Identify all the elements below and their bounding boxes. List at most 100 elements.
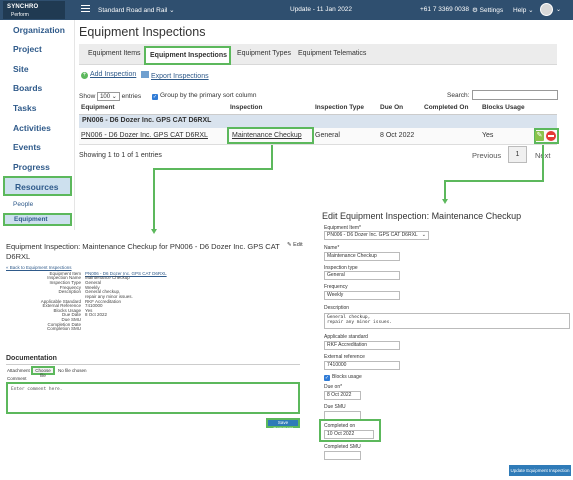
group-row-label: PN006 - D6 Dozer Inc. GPS CAT D6RXL	[82, 117, 212, 124]
column-header-inspection-type[interactable]: Inspection Type	[315, 104, 364, 111]
equipment-link[interactable]: PN006 - D6 Dozer Inc. GPS CAT D6RXL	[81, 132, 208, 139]
documentation-heading: Documentation	[6, 355, 57, 362]
inspection-type-cell: General	[315, 132, 340, 139]
logo-text-top: SYNCHRO	[7, 4, 39, 10]
due-on-input[interactable]: 8 Oct 2022	[324, 391, 361, 400]
pagination-previous[interactable]: Previous	[472, 151, 501, 160]
sidebar-item-activities[interactable]: Activities	[13, 123, 51, 133]
top-navbar: SYNCHRO Perform Standard Road and Rail ⌄…	[0, 0, 573, 20]
frequency-input[interactable]: Weekly	[324, 291, 400, 300]
arrow-down-icon	[442, 199, 448, 204]
update-inspection-button[interactable]: Update Equipment Inspection	[509, 465, 571, 476]
due-smu-label: Due SMU	[324, 404, 346, 410]
edit-title: Edit Equipment Inspection: Maintenance C…	[322, 211, 522, 221]
name-label: Name*	[324, 245, 340, 251]
tab-equipment-items[interactable]: Equipment Items	[88, 50, 141, 57]
comment-textarea[interactable]: Enter comment here.	[6, 382, 300, 414]
hamburger-menu-icon[interactable]	[81, 5, 90, 14]
no-file-label: No file chosen	[58, 368, 87, 373]
sidebar-item-events[interactable]: Events	[13, 142, 41, 152]
connector-line	[271, 145, 273, 169]
connector-line	[153, 168, 155, 230]
edit-icon[interactable]: ✎	[535, 131, 544, 141]
description-line: repair any minor issues.	[327, 320, 393, 325]
external-reference-label: External reference	[324, 354, 365, 360]
comment-label: Comment	[7, 376, 27, 381]
project-selector[interactable]: Standard Road and Rail ⌄	[98, 6, 175, 14]
table-controls: Show 100 ⌄ entries ✓ Group by the primary…	[79, 90, 558, 103]
attachment-label: Attachment	[7, 368, 30, 373]
completed-smu-label: Completed SMU	[324, 444, 361, 450]
chevron-down-icon[interactable]: ⌄	[556, 6, 561, 13]
sidebar-item-organization[interactable]: Organization	[13, 25, 65, 35]
column-header-completed-on[interactable]: Completed On	[424, 104, 468, 111]
show-label: Show	[79, 93, 96, 100]
completed-on-label: Completed on	[324, 423, 356, 429]
sidebar-item-label: Equipment	[14, 216, 48, 223]
delete-icon[interactable]	[546, 131, 556, 141]
choose-file-button[interactable]: Choose file	[31, 366, 55, 378]
sidebar-item-project[interactable]: Project	[13, 44, 42, 54]
blocks-usage-checkbox[interactable]: ✓ Blocks usage	[324, 374, 362, 381]
detail-field-key: Completion SMU	[46, 326, 81, 331]
name-input[interactable]: Maintenance Checkup	[324, 252, 400, 261]
inspection-link[interactable]: Maintenance Checkup	[232, 132, 302, 139]
chevron-down-icon: ⌄	[421, 232, 426, 238]
sidebar-item-progress[interactable]: Progress	[13, 162, 50, 172]
sidebar-item-resources[interactable]: Resources	[3, 176, 72, 196]
sidebar-item-site[interactable]: Site	[13, 64, 29, 74]
column-header-due-on[interactable]: Due On	[380, 104, 403, 111]
entries-label: entries	[121, 93, 142, 100]
description-label: Description	[324, 305, 350, 311]
phone-number: +61 7 3369 0038	[420, 6, 469, 13]
pagination-page-1[interactable]: 1	[508, 146, 527, 163]
user-avatar[interactable]	[540, 3, 553, 16]
table-info: Showing 1 to 1 of 1 entries	[79, 152, 162, 159]
sidebar-item-tasks[interactable]: Tasks	[13, 103, 36, 113]
export-inspections-label: Export Inspections	[151, 73, 209, 80]
tab-equipment-types[interactable]: Equipment Types	[237, 50, 291, 57]
tab-equipment-telematics[interactable]: Equipment Telematics	[298, 50, 366, 57]
tab-bar: Equipment Items Equipment Inspections Eq…	[79, 44, 557, 65]
sidebar-subitem-people[interactable]: People	[13, 201, 33, 208]
column-header-inspection[interactable]: Inspection	[230, 104, 263, 111]
export-inspections-link[interactable]: Export Inspections	[141, 71, 209, 80]
plus-icon: +	[81, 72, 88, 79]
inspection-type-input[interactable]: General	[324, 271, 400, 280]
completed-smu-input[interactable]	[324, 451, 361, 460]
connector-line	[542, 145, 544, 182]
tab-equipment-inspections[interactable]: Equipment Inspections	[144, 46, 231, 65]
help-menu[interactable]: Help ⌄	[513, 6, 534, 14]
inspection-link-highlight[interactable]: Maintenance Checkup	[227, 127, 314, 144]
connector-line	[444, 180, 446, 200]
standard-input[interactable]: RKF Accreditation	[324, 341, 400, 350]
export-icon	[141, 71, 149, 78]
description-textarea[interactable]: General checkup, repair any minor issues…	[324, 313, 570, 329]
add-inspection-label: Add Inspection	[90, 71, 137, 78]
group-by-checkbox[interactable]: ✓ Group by the primary sort column	[152, 92, 256, 100]
sidebar: Organization Project Site Boards Tasks A…	[0, 20, 75, 230]
synchro-logo[interactable]: SYNCHRO Perform	[3, 1, 65, 19]
column-header-equipment[interactable]: Equipment	[81, 104, 115, 111]
detail-field-key: Description	[58, 289, 81, 294]
search-input[interactable]	[472, 90, 558, 100]
add-inspection-link[interactable]: + Add Inspection	[81, 71, 136, 79]
equipment-item-select[interactable]: PN006 - D6 Dozer Inc. GPS CAT D6RXL ⌄	[324, 231, 429, 240]
column-header-blocks-usage[interactable]: Blocks Usage	[482, 104, 525, 111]
group-label: Group by the primary sort column	[160, 92, 257, 99]
connector-line	[153, 168, 273, 170]
detail-edit-link[interactable]: ✎ Edit	[287, 242, 303, 248]
settings-menu[interactable]: ⚙ Settings	[472, 6, 503, 14]
sidebar-subitem-equipment[interactable]: Equipment	[3, 213, 72, 226]
external-reference-input[interactable]: 7410000	[324, 361, 400, 370]
detail-title: Equipment Inspection: Maintenance Checku…	[6, 242, 280, 261]
save-comment-button[interactable]: Save Comment	[266, 418, 300, 431]
sidebar-item-boards[interactable]: Boards	[13, 83, 42, 93]
show-entries: Show 100 ⌄ entries	[79, 92, 141, 101]
arrow-down-icon	[151, 229, 157, 234]
table-row: PN006 - D6 Dozer Inc. GPS CAT D6RXL Main…	[79, 127, 559, 145]
back-link[interactable]: « Back to Equipment Inspections	[6, 265, 72, 270]
update-date: Update - 11 Jan 2022	[290, 6, 353, 13]
completed-on-input[interactable]: 10 Oct 2022	[324, 430, 374, 439]
entries-select[interactable]: 100 ⌄	[97, 92, 120, 101]
